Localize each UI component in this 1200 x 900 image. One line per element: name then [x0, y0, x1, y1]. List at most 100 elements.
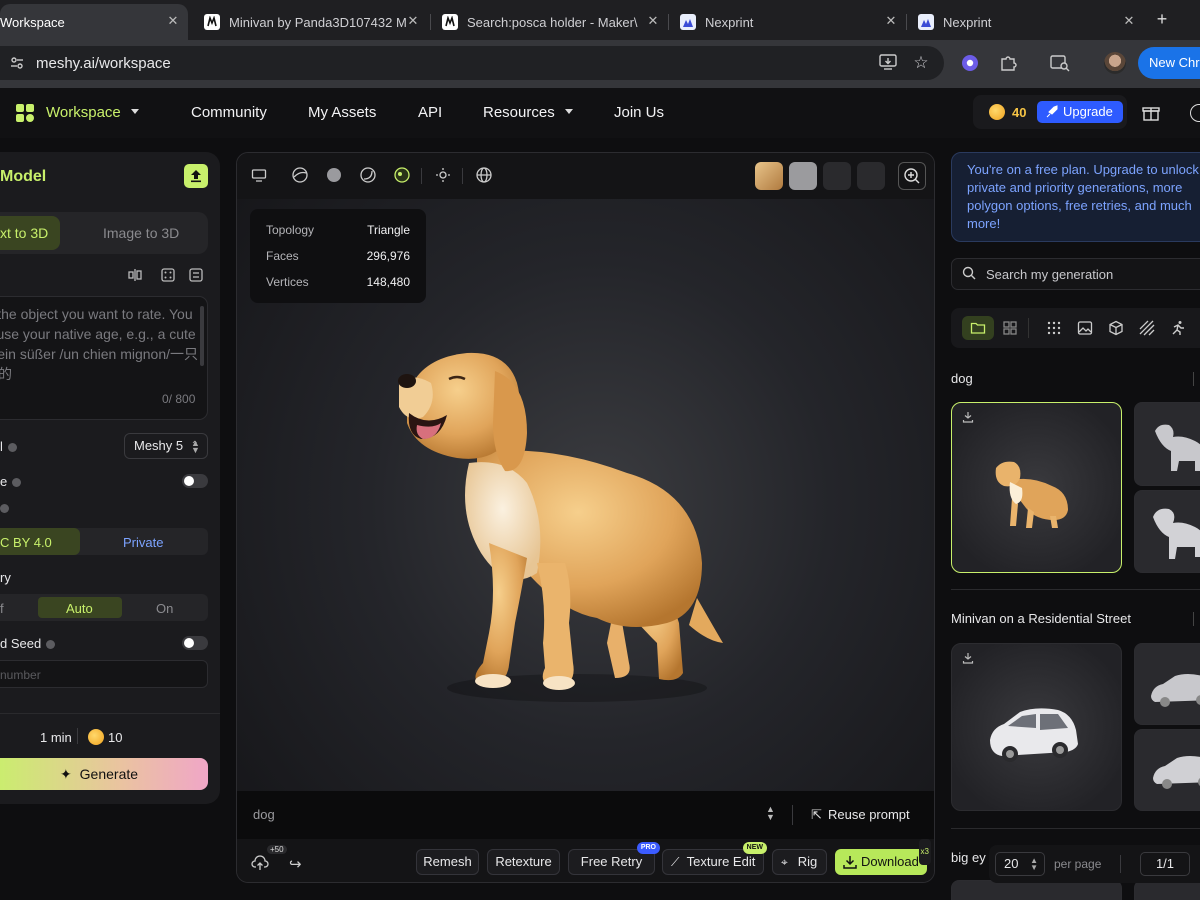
close-icon[interactable]: ✕: [646, 14, 660, 28]
tab-search-icon[interactable]: [1050, 54, 1070, 74]
new-tab-plus-icon[interactable]: +: [1152, 10, 1172, 30]
divider: [421, 168, 422, 184]
tab-nexprint-2[interactable]: Nexprint ✕: [908, 4, 1144, 40]
retexture-button[interactable]: Retexture: [487, 849, 560, 875]
credits-balance[interactable]: 40: [989, 104, 1026, 120]
seed-label: d Seed: [0, 636, 56, 651]
install-app-icon[interactable]: [878, 54, 898, 74]
material-swatch-dark[interactable]: [823, 162, 851, 190]
license-cc-by[interactable]: C BY 4.0: [0, 535, 52, 550]
credits-count: 40: [1012, 104, 1027, 120]
light-sun-icon[interactable]: [435, 167, 451, 183]
close-icon[interactable]: ✕: [1122, 14, 1136, 28]
textured-sphere-icon[interactable]: [394, 167, 410, 183]
outline-sphere-icon[interactable]: [360, 167, 376, 183]
asset-thumb-minivan-grey-1[interactable]: [1134, 643, 1200, 725]
nav-join-us[interactable]: Join Us: [614, 104, 664, 121]
dog-3d-model[interactable]: [397, 343, 737, 733]
model-viewer[interactable]: Topology Triangle Faces 296,976 Vertices…: [236, 152, 935, 883]
extensions-puzzle-icon[interactable]: [998, 54, 1018, 74]
rig-button[interactable]: ⌖ Rig: [772, 849, 827, 875]
textarea-scrollbar[interactable]: [200, 306, 204, 366]
new-chrome-button[interactable]: New Chr: [1138, 47, 1200, 79]
gift-icon[interactable]: [1142, 104, 1160, 122]
monitor-icon[interactable]: [251, 167, 267, 183]
material-swatch-texture[interactable]: [755, 162, 783, 190]
model-select-value: Meshy 5: [134, 438, 184, 453]
per-page-select[interactable]: 20 ▲ ▼: [995, 852, 1045, 876]
asset-card-partial[interactable]: [951, 880, 1122, 900]
free-plan-text[interactable]: You're on a free plan. Upgrade to unlock…: [967, 161, 1199, 233]
retry-label: ry: [0, 570, 11, 585]
material-swatch-black[interactable]: [857, 162, 885, 190]
page-indicator[interactable]: 1/1: [1140, 852, 1190, 876]
upload-button[interactable]: [184, 164, 208, 188]
per-page-value: 20: [1004, 856, 1019, 871]
upgrade-label: Upgrade: [1063, 104, 1113, 119]
tab-nexprint-1[interactable]: Nexprint ✕: [670, 4, 906, 40]
address-bar[interactable]: meshy.ai/workspace: [0, 46, 944, 80]
image-icon[interactable]: [1077, 320, 1093, 336]
extension-icon[interactable]: [960, 54, 980, 74]
retry-on[interactable]: On: [156, 601, 173, 616]
remesh-button[interactable]: Remesh: [416, 849, 479, 875]
tab-text-to-3d[interactable]: xt to 3D: [0, 225, 48, 241]
running-figure-icon[interactable]: [1170, 320, 1186, 336]
share-arrow-icon[interactable]: ↪: [289, 855, 302, 873]
reuse-prompt-button[interactable]: Reuse prompt: [828, 807, 910, 822]
globe-icon[interactable]: [476, 167, 492, 183]
divider: [462, 168, 463, 184]
upload-cloud-icon[interactable]: [251, 855, 269, 871]
folder-icon[interactable]: [970, 320, 986, 336]
texture-edit-button[interactable]: ⟋ Texture Edit NEW: [662, 842, 767, 875]
tab-workspace[interactable]: Workspace ✕: [0, 4, 188, 40]
retry-off[interactable]: f: [0, 601, 4, 616]
texture-stripes-icon[interactable]: [1139, 320, 1155, 336]
close-icon[interactable]: ✕: [406, 14, 420, 28]
site-settings-icon[interactable]: [10, 56, 24, 70]
list-icon[interactable]: [189, 268, 203, 282]
workspace-menu[interactable]: Workspace: [46, 104, 139, 121]
retry-auto[interactable]: Auto: [66, 601, 93, 616]
material-swatch-grey[interactable]: [789, 162, 817, 190]
license-private[interactable]: Private: [123, 535, 163, 550]
info-icon: [12, 478, 22, 488]
asset-thumb-dog-grey-2[interactable]: [1134, 490, 1200, 573]
nav-my-assets[interactable]: My Assets: [308, 104, 376, 121]
option-toggle[interactable]: [182, 474, 208, 488]
expand-updown-icon[interactable]: ▲ ▼: [766, 805, 775, 822]
asset-card-minivan[interactable]: [951, 643, 1122, 811]
seed-toggle[interactable]: [182, 636, 208, 650]
free-retry-button[interactable]: Free Retry PRO: [568, 842, 660, 875]
upgrade-button[interactable]: Upgrade: [1037, 101, 1123, 123]
tab-minivan[interactable]: Minivan by Panda3D107432 M ✕: [194, 4, 428, 40]
close-icon[interactable]: ✕: [166, 14, 180, 28]
bookmark-star-icon[interactable]: ☆: [911, 53, 931, 73]
nav-community[interactable]: Community: [191, 104, 267, 121]
asset-thumb-partial[interactable]: [1134, 880, 1200, 900]
prompt-placeholder: ribe the object you want to rate. You ca…: [0, 306, 199, 382]
wireframe-sphere-icon[interactable]: [292, 167, 308, 183]
asset-thumb-dog-grey-1[interactable]: [1134, 402, 1200, 486]
tab-image-to-3d[interactable]: Image to 3D: [103, 225, 179, 241]
generate-button[interactable]: ✦ Generate: [0, 758, 208, 790]
align-icon[interactable]: [128, 268, 142, 282]
asset-thumb-minivan-grey-2[interactable]: [1134, 729, 1200, 811]
cube-icon[interactable]: [1108, 320, 1124, 336]
close-icon[interactable]: ✕: [884, 14, 898, 28]
dots-grid-icon[interactable]: [1046, 320, 1062, 336]
nav-api[interactable]: API: [418, 104, 442, 121]
download-button[interactable]: Download x3: [835, 839, 931, 875]
tab-title: Minivan by Panda3D107432 M: [229, 14, 407, 30]
dice-icon[interactable]: [161, 268, 175, 282]
workspace-label: Workspace: [46, 104, 121, 121]
zoom-in-icon[interactable]: [898, 162, 926, 190]
solid-sphere-icon[interactable]: [326, 167, 342, 183]
profile-avatar[interactable]: [1104, 52, 1126, 74]
nav-resources[interactable]: Resources: [483, 104, 573, 121]
grid-icon[interactable]: [1002, 320, 1018, 336]
tab-posca-holder[interactable]: Search:posca holder - Maker\ ✕: [432, 4, 668, 40]
meshy-logo-icon[interactable]: [16, 104, 36, 124]
asset-card-dog[interactable]: [951, 402, 1122, 573]
texture-edit-label: Texture Edit: [686, 854, 756, 869]
